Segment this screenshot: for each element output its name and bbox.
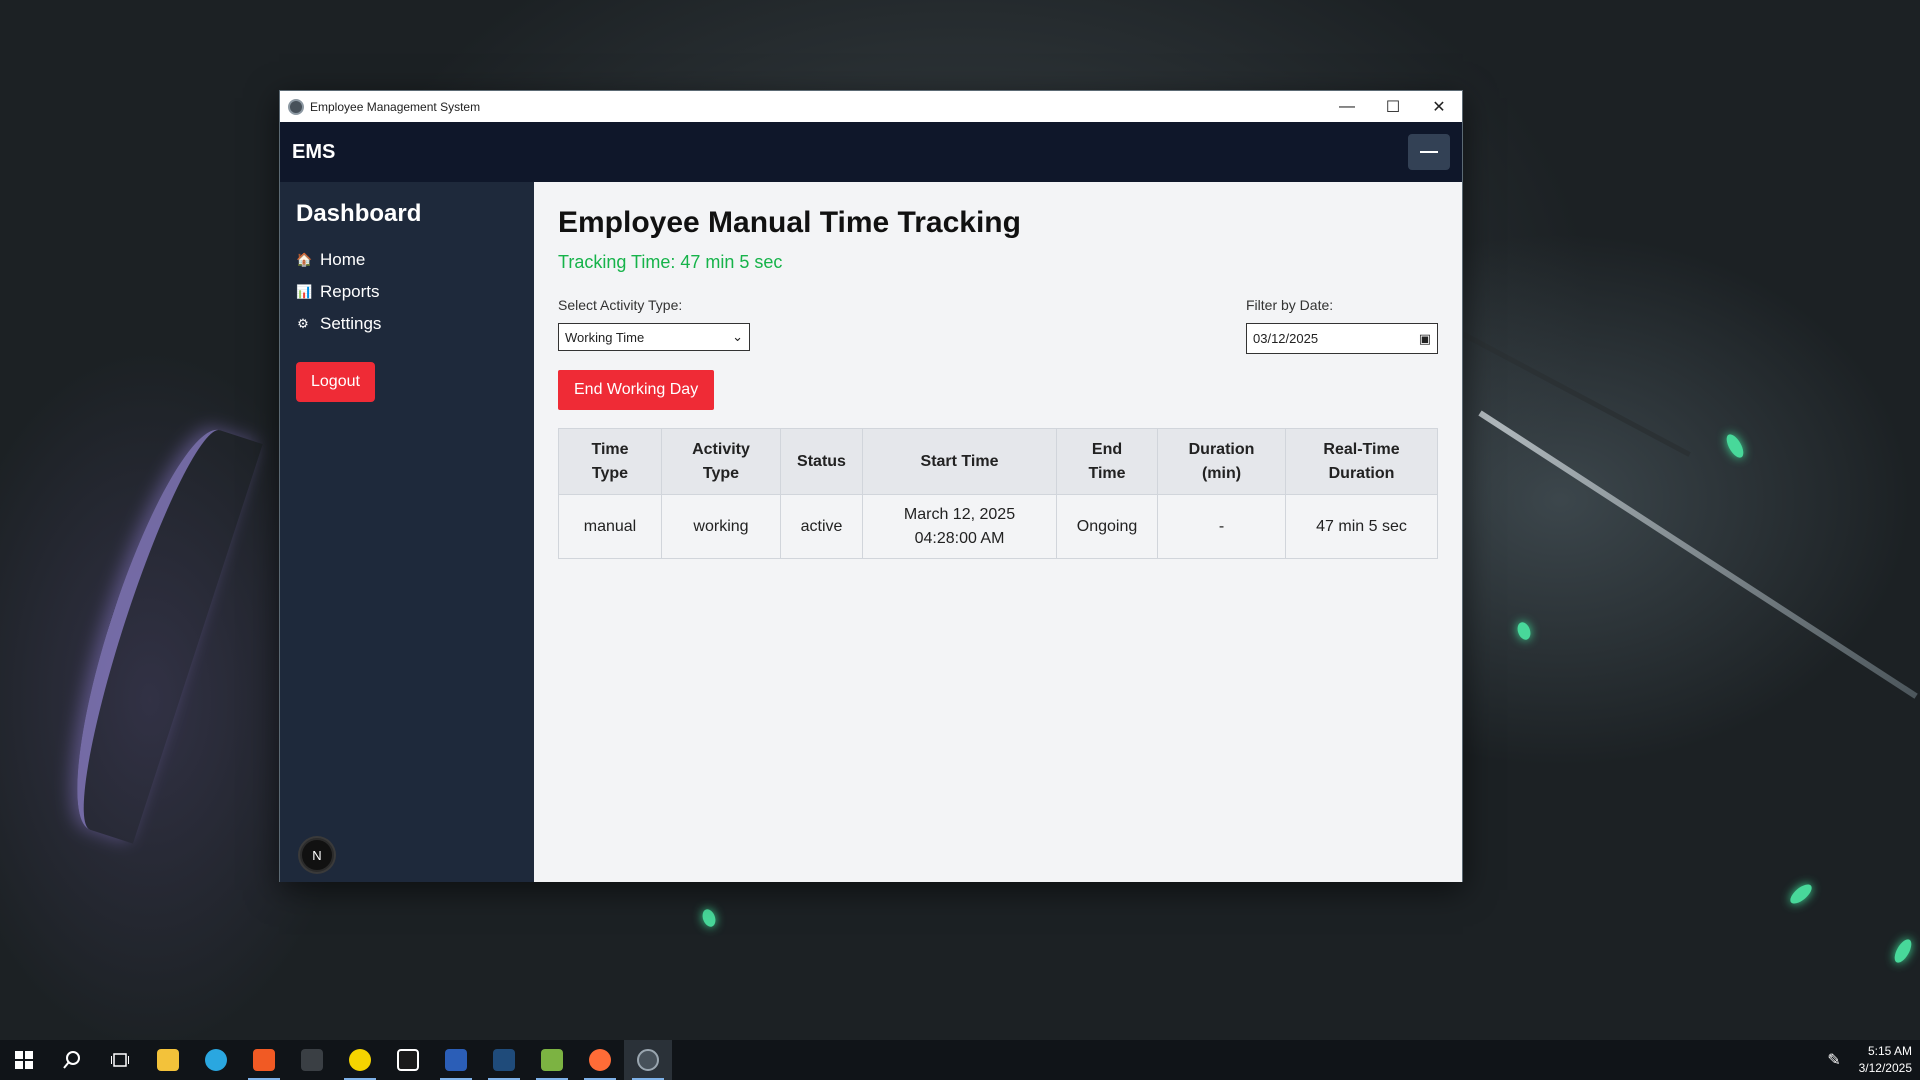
end-working-day-button[interactable]: End Working Day [558, 370, 715, 410]
hamburger-icon [1420, 151, 1438, 153]
sidebar-item-label: Reports [320, 282, 380, 301]
column-header-activity-type: Activity Type [661, 428, 781, 495]
page-title: Employee Manual Time Tracking [558, 206, 1021, 239]
column-header-status: Status [780, 428, 863, 495]
wallpaper-leaf [1787, 881, 1815, 907]
task-view-button[interactable] [96, 1040, 144, 1080]
column-header-start-time: Start Time [862, 428, 1057, 495]
file-explorer-taskbar-button[interactable] [144, 1040, 192, 1080]
task-view-icon [111, 1053, 129, 1067]
terminal-icon [301, 1049, 323, 1071]
date-filter-value: 03/12/2025 [1253, 331, 1319, 346]
cell-status: active [780, 494, 863, 559]
logout-button[interactable]: Logout [296, 362, 375, 402]
pen-icon[interactable]: ✎ [1827, 1050, 1840, 1070]
cube-app-taskbar-button[interactable] [384, 1040, 432, 1080]
terminal-taskbar-button[interactable] [288, 1040, 336, 1080]
wallpaper-leaf [1723, 431, 1747, 461]
nextjs-dev-badge[interactable]: N [300, 838, 334, 872]
folder-icon [157, 1049, 179, 1071]
start-button[interactable] [0, 1040, 48, 1080]
activity-type-value: Working Time [565, 329, 645, 345]
sidebar-item-settings[interactable]: ⚙ Settings [296, 308, 518, 340]
cell-end-time: Ongoing [1056, 494, 1158, 559]
home-icon: 🏠 [296, 252, 313, 267]
word-icon [445, 1049, 467, 1071]
table-row: manual working active March 12, 2025 04:2… [558, 494, 1438, 559]
system-tray: ✎ 5:15 AM 3/12/2025 [1827, 1040, 1912, 1080]
column-header-realtime-duration: Real-Time Duration [1285, 428, 1438, 495]
column-header-end-time: End Time [1056, 428, 1158, 495]
menu-toggle-button[interactable] [1408, 134, 1450, 170]
search-button[interactable] [48, 1040, 96, 1080]
postman-taskbar-button[interactable] [576, 1040, 624, 1080]
minimize-button[interactable]: — [1324, 91, 1370, 122]
time-tracking-table: Time Type Activity Type Status Start Time … [558, 428, 1438, 559]
wallpaper-leaf [700, 907, 718, 929]
wallpaper-blade [47, 416, 263, 844]
sidebar-item-label: Home [320, 250, 366, 269]
chart-icon: 📊 [296, 284, 313, 299]
table-header-row: Time Type Activity Type Status Start Time … [558, 428, 1438, 495]
activity-type-label: Select Activity Type: [558, 297, 683, 313]
wallpaper-leaf [1891, 936, 1915, 966]
date-filter-label: Filter by Date: [1246, 297, 1334, 313]
cell-time-type: manual [558, 494, 662, 559]
sidebar-item-label: Settings [320, 314, 382, 333]
activity-type-select[interactable]: Working Time ⌄ [558, 323, 750, 351]
column-header-duration: Duration (min) [1157, 428, 1286, 495]
postman-icon [589, 1049, 611, 1071]
window-titlebar[interactable]: Employee Management System — ☐ ✕ [280, 91, 1462, 122]
cell-start-time: March 12, 2025 04:28:00 AM [862, 494, 1057, 559]
gear-icon: ⚙ [297, 316, 309, 331]
brave-icon [253, 1049, 275, 1071]
word-taskbar-button[interactable] [432, 1040, 480, 1080]
brand-logo-text[interactable]: EMS [292, 141, 335, 164]
column-header-time-type: Time Type [558, 428, 662, 495]
maximize-button[interactable]: ☐ [1370, 91, 1416, 122]
windows-logo-icon [15, 1051, 33, 1069]
app-window: Employee Management System — ☐ ✕ EMS Das… [279, 90, 1463, 882]
sidebar: Dashboard 🏠 Home 📊 Reports ⚙ Settings Lo… [280, 182, 534, 882]
cube-icon [397, 1049, 419, 1071]
cell-realtime-duration: 47 min 5 sec [1285, 494, 1438, 559]
sql-taskbar-button[interactable] [480, 1040, 528, 1080]
sidebar-item-reports[interactable]: 📊 Reports [296, 276, 518, 308]
wallpaper-sword [1478, 410, 1918, 699]
app-yellow-icon [349, 1049, 371, 1071]
edge-icon [205, 1049, 227, 1071]
chevron-down-icon: ⌄ [732, 329, 743, 344]
main-content: Employee Manual Time Tracking Tracking T… [534, 182, 1462, 882]
window-title: Employee Management System [310, 99, 481, 114]
sidebar-item-home[interactable]: 🏠 Home [296, 244, 518, 276]
cell-activity-type: working [661, 494, 781, 559]
close-button[interactable]: ✕ [1416, 91, 1462, 122]
notepad-icon [541, 1049, 563, 1071]
taskbar-clock[interactable]: 5:15 AM 3/12/2025 [1859, 1043, 1912, 1077]
edge-taskbar-button[interactable] [192, 1040, 240, 1080]
wallpaper-sword-dark [1458, 330, 1691, 457]
wallpaper-leaf [1515, 620, 1533, 642]
date-filter-input[interactable]: 03/12/2025 ▣ [1246, 323, 1438, 354]
filter-controls: Select Activity Type: Working Time ⌄ Fil… [558, 297, 1438, 354]
clock-time: 5:15 AM [1867, 1044, 1912, 1058]
sidebar-heading: Dashboard [296, 200, 422, 227]
app-yellow-taskbar-button[interactable] [336, 1040, 384, 1080]
cell-duration: - [1157, 494, 1286, 559]
database-icon [493, 1049, 515, 1071]
electron-icon [637, 1049, 659, 1071]
taskbar: ✎ 5:15 AM 3/12/2025 [0, 1040, 1920, 1080]
top-navbar: EMS [280, 122, 1462, 182]
tracking-time-text: Tracking Time: 47 min 5 sec [558, 252, 783, 272]
clock-date: 3/12/2025 [1858, 1061, 1912, 1075]
electron-taskbar-button[interactable] [624, 1040, 672, 1080]
brave-taskbar-button[interactable] [240, 1040, 288, 1080]
notepad-taskbar-button[interactable] [528, 1040, 576, 1080]
search-icon [63, 1051, 80, 1069]
calendar-icon[interactable]: ▣ [1419, 331, 1431, 347]
electron-app-icon [288, 98, 304, 115]
